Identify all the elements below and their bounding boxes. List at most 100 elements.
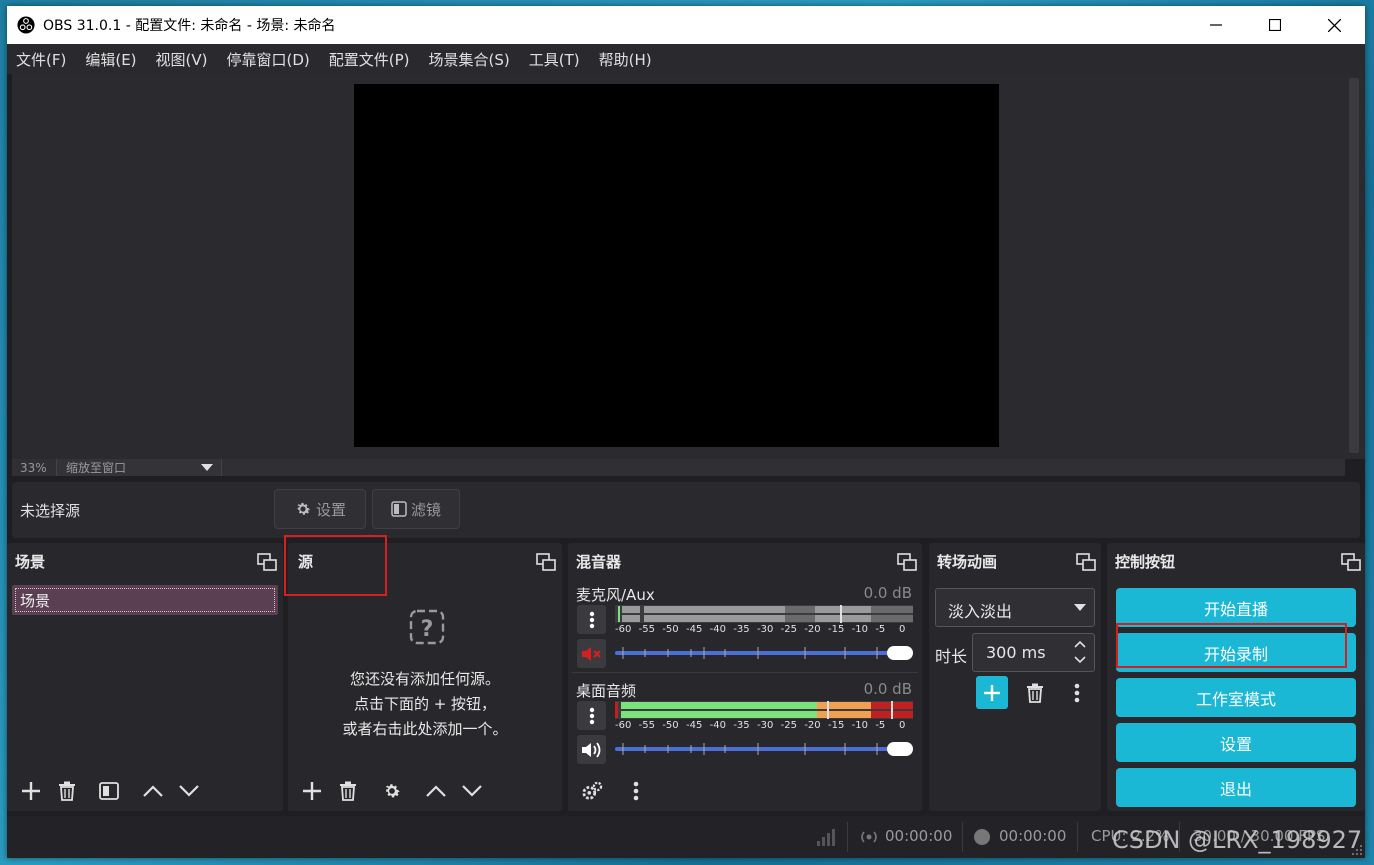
- chevron-down-icon: [1074, 604, 1086, 611]
- gear-icon: [385, 784, 400, 798]
- preview-scrollbar[interactable]: [1345, 74, 1365, 459]
- menu-help[interactable]: 帮助(H): [599, 49, 652, 70]
- channel-menu-button[interactable]: [577, 605, 606, 634]
- controls-dock: 控制按钮 开始直播 开始录制 工作室模式 设置 退出: [1107, 543, 1365, 811]
- mixer-menu-button[interactable]: [618, 776, 654, 806]
- volume-slider-handle[interactable]: [887, 742, 913, 756]
- chevron-up-icon: [143, 785, 163, 797]
- svg-text:?: ?: [421, 617, 434, 642]
- remove-scene-button[interactable]: [49, 776, 85, 806]
- meter-tick-label: -45: [686, 624, 703, 635]
- more-vertical-icon: [589, 707, 594, 724]
- mute-button[interactable]: [577, 735, 606, 764]
- meter-tick-label: -10: [851, 624, 868, 635]
- transitions-dock: 转场动画 淡入淡出 时长 300 ms: [929, 543, 1101, 811]
- scene-list-item[interactable]: 场景: [12, 585, 278, 615]
- start-recording-highlight: [1116, 623, 1347, 668]
- start-streaming-button[interactable]: 开始直播: [1116, 588, 1356, 627]
- chevron-down-icon: [179, 785, 199, 797]
- meter-bars: [615, 605, 913, 623]
- channel-menu-button[interactable]: [577, 701, 606, 730]
- spin-down-icon[interactable]: [1074, 656, 1086, 664]
- scrollbar-track[interactable]: [1349, 78, 1359, 453]
- transition-select[interactable]: 淡入淡出: [935, 588, 1095, 627]
- menu-file[interactable]: 文件(F): [16, 49, 66, 70]
- source-filters-label: 滤镜: [410, 500, 441, 519]
- trash-icon: [340, 781, 356, 801]
- menu-edit[interactable]: 编辑(E): [85, 49, 136, 70]
- close-button[interactable]: [1305, 6, 1363, 44]
- csdn-watermark: CSDN @LRX_198927: [1112, 826, 1363, 854]
- add-source-button[interactable]: [294, 776, 330, 806]
- dock-float-icon[interactable]: [536, 553, 556, 571]
- dock-float-icon[interactable]: [897, 553, 917, 571]
- record-dot-icon: [974, 829, 990, 845]
- mute-button[interactable]: [577, 639, 606, 668]
- streaming-icon: [861, 831, 877, 843]
- stream-time: 00:00:00: [885, 827, 953, 845]
- channel-name: 麦克风/Aux: [576, 586, 655, 604]
- volume-slider-mic[interactable]: [615, 645, 913, 661]
- meter-tick-label: -15: [828, 624, 845, 635]
- scene-move-up-button[interactable]: [135, 776, 171, 806]
- gear-icon: [297, 502, 311, 515]
- preview-canvas[interactable]: [354, 84, 999, 447]
- meter-tick-label: -25: [780, 624, 797, 635]
- sources-toolbar: [288, 772, 562, 810]
- menu-profile[interactable]: 配置文件(P): [329, 49, 410, 70]
- meter-tick-label: 0: [899, 720, 906, 731]
- scene-move-down-button[interactable]: [171, 776, 207, 806]
- source-properties-button[interactable]: [374, 776, 410, 806]
- duration-spinbox[interactable]: 300 ms: [972, 633, 1095, 672]
- meter-tick-label: -60: [615, 720, 632, 731]
- volume-slider-handle[interactable]: [887, 646, 913, 660]
- preview-area[interactable]: [12, 74, 1345, 459]
- exit-button[interactable]: 退出: [1116, 768, 1356, 807]
- zoom-dropdown-button[interactable]: [192, 459, 222, 476]
- transitions-title: 转场动画: [937, 553, 998, 571]
- source-settings-label: 设置: [315, 500, 346, 519]
- zoom-mode-select[interactable]: 缩放至窗口: [57, 459, 192, 476]
- source-move-down-button[interactable]: [454, 776, 490, 806]
- scene-filters-button[interactable]: [91, 776, 127, 806]
- mixer-channel-mic: 麦克风/Aux 0.0 dB -60 -55 -50 -45 -40 -35 -…: [568, 575, 922, 668]
- sources-title-highlight: [284, 535, 387, 596]
- dock-float-icon[interactable]: [1341, 553, 1361, 571]
- remove-source-button[interactable]: [330, 776, 366, 806]
- spin-up-icon[interactable]: [1074, 640, 1086, 648]
- add-scene-button[interactable]: [13, 776, 49, 806]
- close-icon: [1327, 18, 1341, 32]
- menu-tools[interactable]: 工具(T): [529, 49, 580, 70]
- meter-tick-label: 0: [899, 624, 906, 635]
- source-move-up-button[interactable]: [418, 776, 454, 806]
- title-bar: OBS 31.0.1 - 配置文件: 未命名 - 场景: 未命名: [7, 6, 1365, 44]
- minimize-button[interactable]: [1187, 6, 1245, 44]
- volume-slider-desktop[interactable]: [615, 741, 913, 757]
- transition-menu-button[interactable]: [1061, 676, 1093, 709]
- plus-icon: [303, 782, 321, 800]
- add-transition-button[interactable]: [976, 676, 1008, 709]
- status-divider: [847, 822, 848, 852]
- audio-settings-button[interactable]: [574, 776, 610, 806]
- menu-bar: 文件(F) 编辑(E) 视图(V) 停靠窗口(D) 配置文件(P) 场景集合(S…: [7, 44, 1365, 74]
- settings-button[interactable]: 设置: [1116, 723, 1356, 762]
- remove-transition-button[interactable]: [1019, 676, 1051, 709]
- studio-mode-button[interactable]: 工作室模式: [1116, 678, 1356, 717]
- meter-tick-label: -30: [757, 624, 774, 635]
- dock-float-icon[interactable]: [257, 553, 277, 571]
- meter-ticks-desktop: -60 -55 -50 -45 -40 -35 -30 -25 -20 -15 -10 -5 0: [615, 720, 913, 734]
- menu-docks[interactable]: 停靠窗口(D): [227, 49, 310, 70]
- source-settings-button[interactable]: 设置: [274, 489, 366, 529]
- meter-tick-label: -30: [757, 720, 774, 731]
- menu-view[interactable]: 视图(V): [156, 49, 208, 70]
- dock-float-icon[interactable]: [1076, 553, 1096, 571]
- volume-meter-mic: [615, 605, 913, 623]
- menu-scene-collection[interactable]: 场景集合(S): [429, 49, 510, 70]
- duration-value: 300 ms: [986, 643, 1046, 662]
- maximize-button[interactable]: [1246, 6, 1304, 44]
- meter-tick-label: -10: [851, 720, 868, 731]
- speaker-icon: [581, 741, 600, 758]
- meter-tick-label: -20: [804, 720, 821, 731]
- source-filters-button[interactable]: 滤镜: [372, 489, 460, 529]
- scene-name: 场景: [20, 592, 51, 610]
